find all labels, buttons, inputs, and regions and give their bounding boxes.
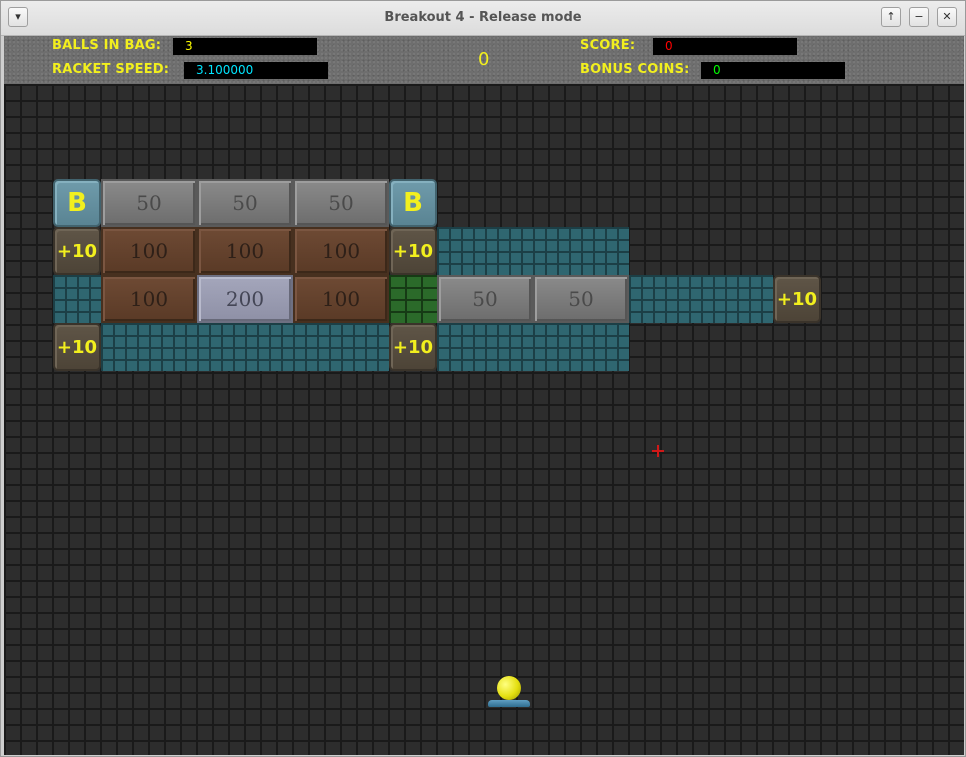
game-window: ▾ Breakout 4 - Release mode ↑ − ✕ BALLS …	[0, 0, 966, 757]
bonus-ball-brick: B	[53, 179, 101, 227]
teal-wall-brick	[101, 323, 389, 371]
coin-brick: +10	[53, 227, 101, 275]
teal-wall-brick	[53, 275, 101, 323]
coin-brick: +10	[53, 323, 101, 371]
window-title: Breakout 4 - Release mode	[384, 10, 582, 25]
speed-label: RACKET SPEED:	[52, 62, 170, 77]
close-button[interactable]: ✕	[937, 7, 957, 27]
brick-50: 50	[197, 179, 293, 227]
brick-50: 50	[101, 179, 197, 227]
keep-above-button[interactable]: ↑	[881, 7, 901, 27]
racket-paddle[interactable]	[488, 700, 530, 707]
bonus-label: BONUS COINS:	[580, 62, 690, 77]
score-label: SCORE:	[580, 38, 636, 53]
brick-50: 50	[293, 179, 389, 227]
speed-value: 3.100000	[184, 62, 328, 79]
ball	[497, 676, 521, 700]
brick-200: 200	[197, 275, 293, 323]
brick-100: 100	[197, 227, 293, 275]
brick-100: 100	[101, 227, 197, 275]
bonus-value: 0	[701, 62, 845, 79]
crosshair-cursor-icon	[652, 445, 664, 457]
teal-wall-brick	[437, 323, 629, 371]
arrow-up-icon: ↑	[886, 10, 896, 23]
teal-wall-brick	[437, 227, 629, 275]
score-value: 0	[653, 38, 797, 55]
green-wall-brick	[389, 275, 437, 323]
brick-50: 50	[437, 275, 533, 323]
balls-label: BALLS IN BAG:	[52, 38, 162, 53]
coin-brick: +10	[389, 227, 437, 275]
brick-50: 50	[533, 275, 629, 323]
close-icon: ✕	[942, 10, 952, 23]
balls-value: 3	[173, 38, 317, 55]
center-counter: 0	[478, 49, 490, 70]
coin-brick: +10	[389, 323, 437, 371]
bonus-ball-brick: B	[389, 179, 437, 227]
coin-brick: +10	[773, 275, 821, 323]
minimize-icon: −	[914, 10, 924, 23]
brick-100: 100	[293, 227, 389, 275]
hud-bar: BALLS IN BAG: 3 RACKET SPEED: 3.100000 0…	[4, 36, 964, 84]
teal-wall-brick	[629, 275, 773, 323]
brick-100: 100	[293, 275, 389, 323]
title-bar: ▾ Breakout 4 - Release mode ↑ − ✕	[1, 1, 965, 36]
play-field[interactable]: B 50 50 50 B +10 100 100 100 +10 100 200…	[4, 84, 964, 755]
minimize-button[interactable]: −	[909, 7, 929, 27]
brick-100: 100	[101, 275, 197, 323]
